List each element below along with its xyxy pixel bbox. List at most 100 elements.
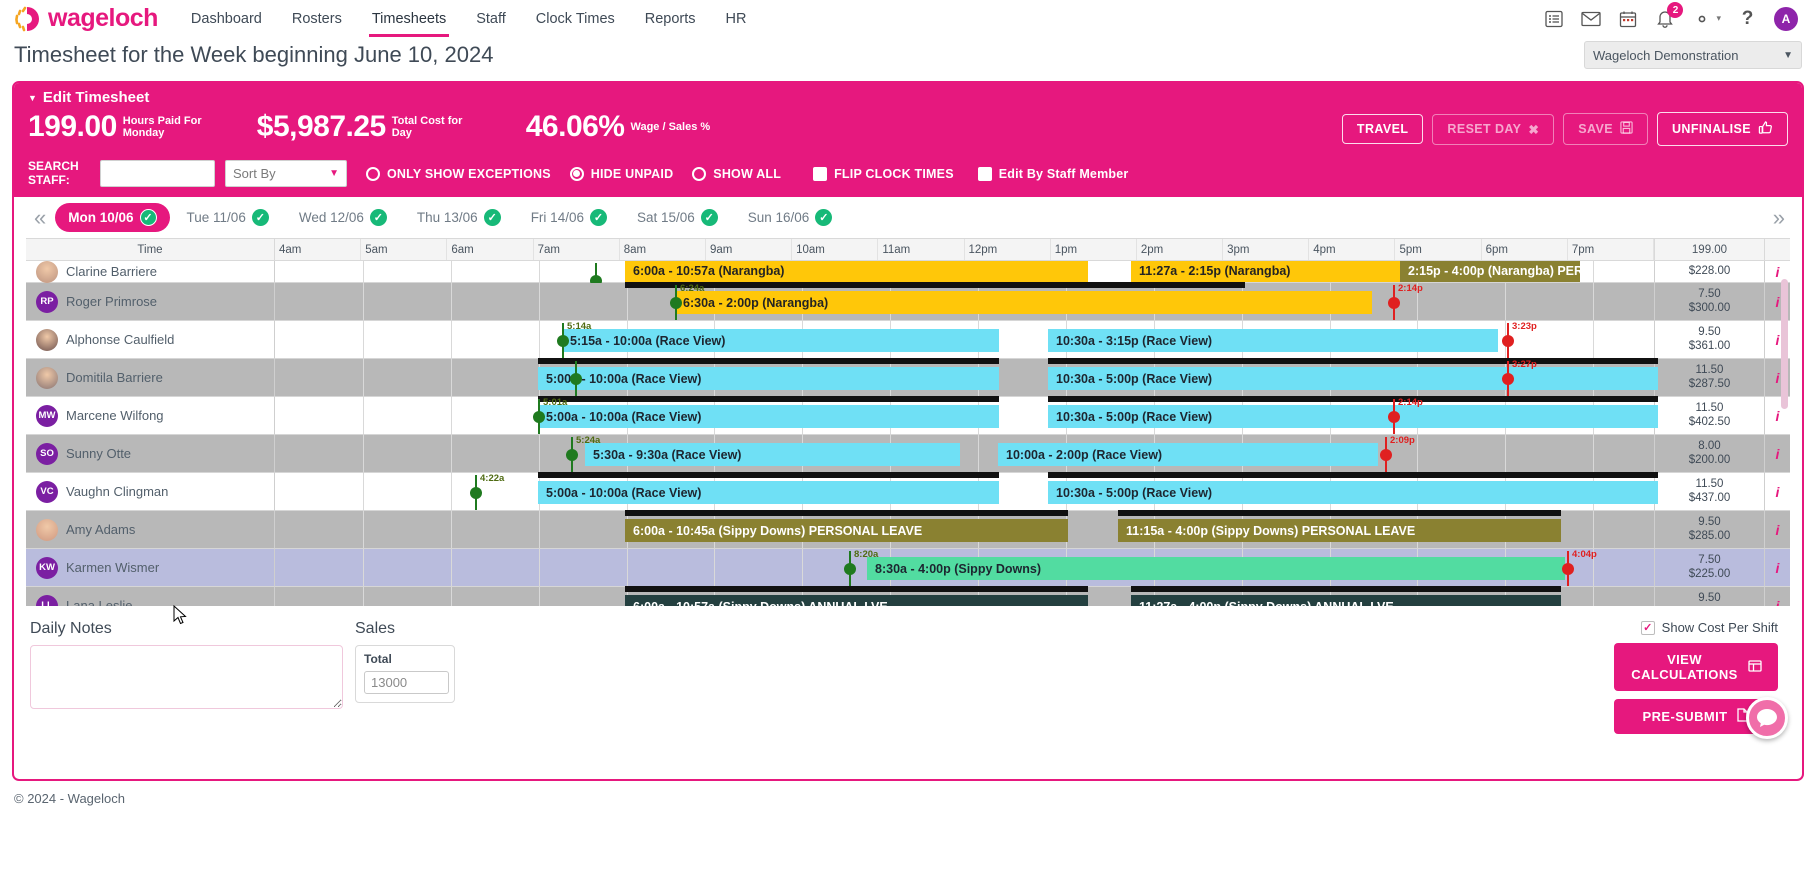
day-tab-wed[interactable]: Wed 12/06 ✓ [286, 203, 400, 232]
shift-block[interactable]: 5:00a - 10:00a (Race View) [538, 481, 999, 504]
shift-track[interactable]: 6:00a - 10:45a (Sippy Downs) PERSONAL LE… [275, 510, 1654, 549]
day-tab-sun[interactable]: Sun 16/06 ✓ [735, 203, 846, 232]
staff-name-cell[interactable]: SO Sunny Otte [26, 435, 275, 473]
shift-track[interactable]: 6:00a - 10:57a (Narangba) 11:27a - 2:15p … [275, 261, 1654, 287]
shift-track[interactable]: 6:30a - 2:00p (Narangba) 6:24a 2:14p [275, 282, 1654, 321]
table-row[interactable]: VC Vaughn Clingman 5:00a - 10:00a (Race Vi… [26, 472, 1790, 511]
search-staff-input[interactable] [100, 160, 215, 187]
shift-block[interactable]: 5:15a - 10:00a (Race View) [562, 329, 999, 352]
shift-track[interactable]: 8:30a - 4:00p (Sippy Downs) 8:20a 4:04p [275, 549, 1654, 587]
shift-block[interactable]: 10:30a - 5:00p (Race View) [1048, 481, 1658, 504]
clock-out-marker[interactable]: 2:09p [1380, 435, 1415, 472]
clock-in-marker[interactable]: 5:24a [566, 435, 600, 472]
clock-in-marker[interactable]: 5:14a [557, 321, 591, 358]
shift-track[interactable]: 5:00a - 10:00a (Race View) 10:30a - 5:00p… [275, 472, 1658, 511]
list-icon[interactable] [1543, 8, 1564, 29]
mail-icon[interactable] [1580, 8, 1601, 29]
table-row[interactable]: SO Sunny Otte 5:30a - 9:30a (Race View) 10:… [26, 435, 1790, 473]
table-row[interactable]: Amy Adams 6:00a - 10:45a (Sippy Downs) PE… [26, 510, 1790, 549]
table-row[interactable]: Domitila Barriere 5:00a - 10:00a (Race Vi… [26, 358, 1790, 397]
clock-out-marker[interactable]: 3:23p [1502, 321, 1537, 358]
timeline-scrollbar[interactable] [1781, 279, 1788, 409]
clock-out-marker[interactable]: 2:14p [1388, 397, 1423, 434]
sales-total-input[interactable]: 13000 [364, 671, 449, 694]
shift-block[interactable]: 11:27a - 4:00p (Sippy Downs) ANNUAL LVE [1131, 595, 1561, 606]
shift-track[interactable]: 6:00a - 10:57a (Sippy Downs) ANNUAL LVE 1… [275, 586, 1654, 606]
clock-out-marker[interactable]: 4:04p [1562, 549, 1597, 586]
brand-logo[interactable]: wageloch [12, 4, 158, 34]
shift-block[interactable]: 6:00a - 10:45a (Sippy Downs) PERSONAL LE… [625, 519, 1068, 542]
clock-in-marker[interactable] [590, 261, 602, 287]
shift-block[interactable]: 10:30a - 3:15p (Race View) [1048, 329, 1498, 352]
bell-icon[interactable]: 2 [1654, 2, 1684, 29]
shift-block[interactable]: 5:00a - 10:00a (Race View) [538, 405, 999, 428]
edit-timesheet-toggle[interactable]: ▼ Edit Timesheet [28, 89, 1788, 106]
staff-name-cell[interactable]: Amy Adams [26, 511, 275, 549]
staff-name-cell[interactable]: KW Karmen Wismer [26, 549, 275, 587]
clock-in-marker[interactable]: 6:24a [670, 283, 704, 320]
table-row[interactable]: RP Roger Primrose 6:30a - 2:00p (Narangba)… [26, 282, 1790, 321]
shift-track[interactable]: 5:00a - 10:00a (Race View) 10:30a - 5:00p… [275, 396, 1658, 435]
shift-block[interactable]: 10:00a - 2:00p (Race View) [998, 443, 1378, 466]
shift-track[interactable]: 5:00a - 10:00a (Race View) 10:30a - 5:00p… [275, 358, 1658, 397]
shift-block[interactable]: 10:30a - 5:00p (Race View) [1048, 367, 1658, 390]
staff-name-cell[interactable]: Alphonse Caulfield [26, 321, 275, 359]
chevron-down-icon[interactable]: ▾ [1716, 13, 1721, 24]
radio-only-show-exceptions[interactable]: ONLY SHOW EXCEPTIONS [366, 166, 551, 181]
info-icon[interactable]: i [1764, 587, 1790, 606]
nav-item-dashboard[interactable]: Dashboard [176, 2, 277, 36]
reset-day-button[interactable]: RESET DAY ✖ [1432, 113, 1555, 145]
clock-out-marker[interactable]: 2:14p [1388, 283, 1423, 320]
day-tab-mon[interactable]: Mon 10/06 ✓ [55, 203, 170, 232]
info-icon[interactable]: i [1764, 473, 1790, 511]
staff-name-cell[interactable]: RP Roger Primrose [26, 283, 275, 321]
info-icon[interactable]: i [1764, 435, 1790, 473]
clock-out-marker[interactable]: 3:27p [1502, 359, 1537, 396]
shift-block[interactable]: 6:00a - 10:57a (Narangba) [625, 261, 1088, 282]
table-row[interactable]: MW Marcene Wilfong 5:00a - 10:00a (Race Vi… [26, 396, 1790, 435]
nav-item-staff[interactable]: Staff [461, 2, 521, 36]
view-calculations-button[interactable]: VIEW CALCULATIONS [1614, 643, 1778, 691]
shift-block[interactable]: 5:00a - 10:00a (Race View) [538, 367, 999, 390]
daily-notes-input[interactable] [30, 645, 343, 709]
travel-button[interactable]: TRAVEL [1341, 114, 1424, 144]
shift-block[interactable]: 11:27a - 2:15p (Narangba) [1131, 261, 1400, 282]
day-tab-fri[interactable]: Fri 14/06 ✓ [518, 203, 620, 232]
nav-item-clock-times[interactable]: Clock Times [521, 2, 630, 36]
shift-track[interactable]: 5:15a - 10:00a (Race View) 10:30a - 3:15p… [275, 321, 1654, 359]
nav-item-rosters[interactable]: Rosters [277, 2, 357, 36]
clock-in-marker[interactable] [570, 359, 582, 396]
table-row[interactable]: Alphonse Caulfield 5:15a - 10:00a (Race V… [26, 321, 1790, 359]
staff-name-cell[interactable]: VC Vaughn Clingman [26, 473, 275, 511]
shift-block[interactable]: 8:30a - 4:00p (Sippy Downs) [867, 557, 1565, 580]
nav-item-timesheets[interactable]: Timesheets [357, 2, 461, 37]
organisation-select[interactable]: Wageloch Demonstration ▼ [1584, 41, 1802, 69]
gear-icon[interactable] [1691, 8, 1712, 29]
shift-block[interactable]: 5:30a - 9:30a (Race View) [585, 443, 960, 466]
radio-hide-unpaid[interactable]: HIDE UNPAID [569, 166, 674, 181]
radio-show-all[interactable]: SHOW ALL [692, 166, 781, 181]
day-tab-tue[interactable]: Tue 11/06 ✓ [174, 203, 282, 232]
info-icon[interactable]: i [1764, 511, 1790, 549]
avatar[interactable]: A [1774, 6, 1798, 31]
shift-block[interactable]: 6:00a - 10:57a (Sippy Downs) ANNUAL LVE [625, 595, 1088, 606]
staff-name-cell[interactable]: Clarine Barriere [26, 261, 275, 283]
shift-block[interactable]: 2:15p - 4:00p (Narangba) PERSONAL LEAVE [1400, 261, 1580, 282]
next-week-arrow[interactable]: » [1765, 205, 1790, 231]
staff-name-cell[interactable]: Domitila Barriere [26, 359, 275, 397]
checkbox-flip-clock-times[interactable]: FLIP CLOCK TIMES [813, 166, 954, 181]
sort-by-select[interactable]: Sort By ▼ [225, 160, 347, 187]
show-cost-per-shift-checkbox[interactable]: ✓ Show Cost Per Shift [1640, 620, 1778, 635]
shift-block[interactable]: 6:30a - 2:00p (Narangba) [675, 291, 1372, 314]
clock-in-marker[interactable]: 4:22a [470, 473, 504, 510]
nav-item-reports[interactable]: Reports [630, 2, 711, 36]
nav-item-hr[interactable]: HR [711, 2, 762, 36]
day-tab-sat[interactable]: Sat 15/06 ✓ [624, 203, 731, 232]
info-icon[interactable]: i [1764, 549, 1790, 587]
table-row[interactable]: Clarine Barriere 6:00a - 10:57a (Narangba… [26, 261, 1790, 287]
shift-track[interactable]: 5:30a - 9:30a (Race View) 10:00a - 2:00p … [275, 435, 1654, 473]
unfinalise-button[interactable]: UNFINALISE [1657, 112, 1788, 146]
chat-support-button[interactable] [1746, 697, 1788, 739]
day-tab-thu[interactable]: Thu 13/06 ✓ [404, 203, 514, 232]
table-row[interactable]: KW Karmen Wismer 8:30a - 4:00p (Sippy Down… [26, 549, 1790, 587]
